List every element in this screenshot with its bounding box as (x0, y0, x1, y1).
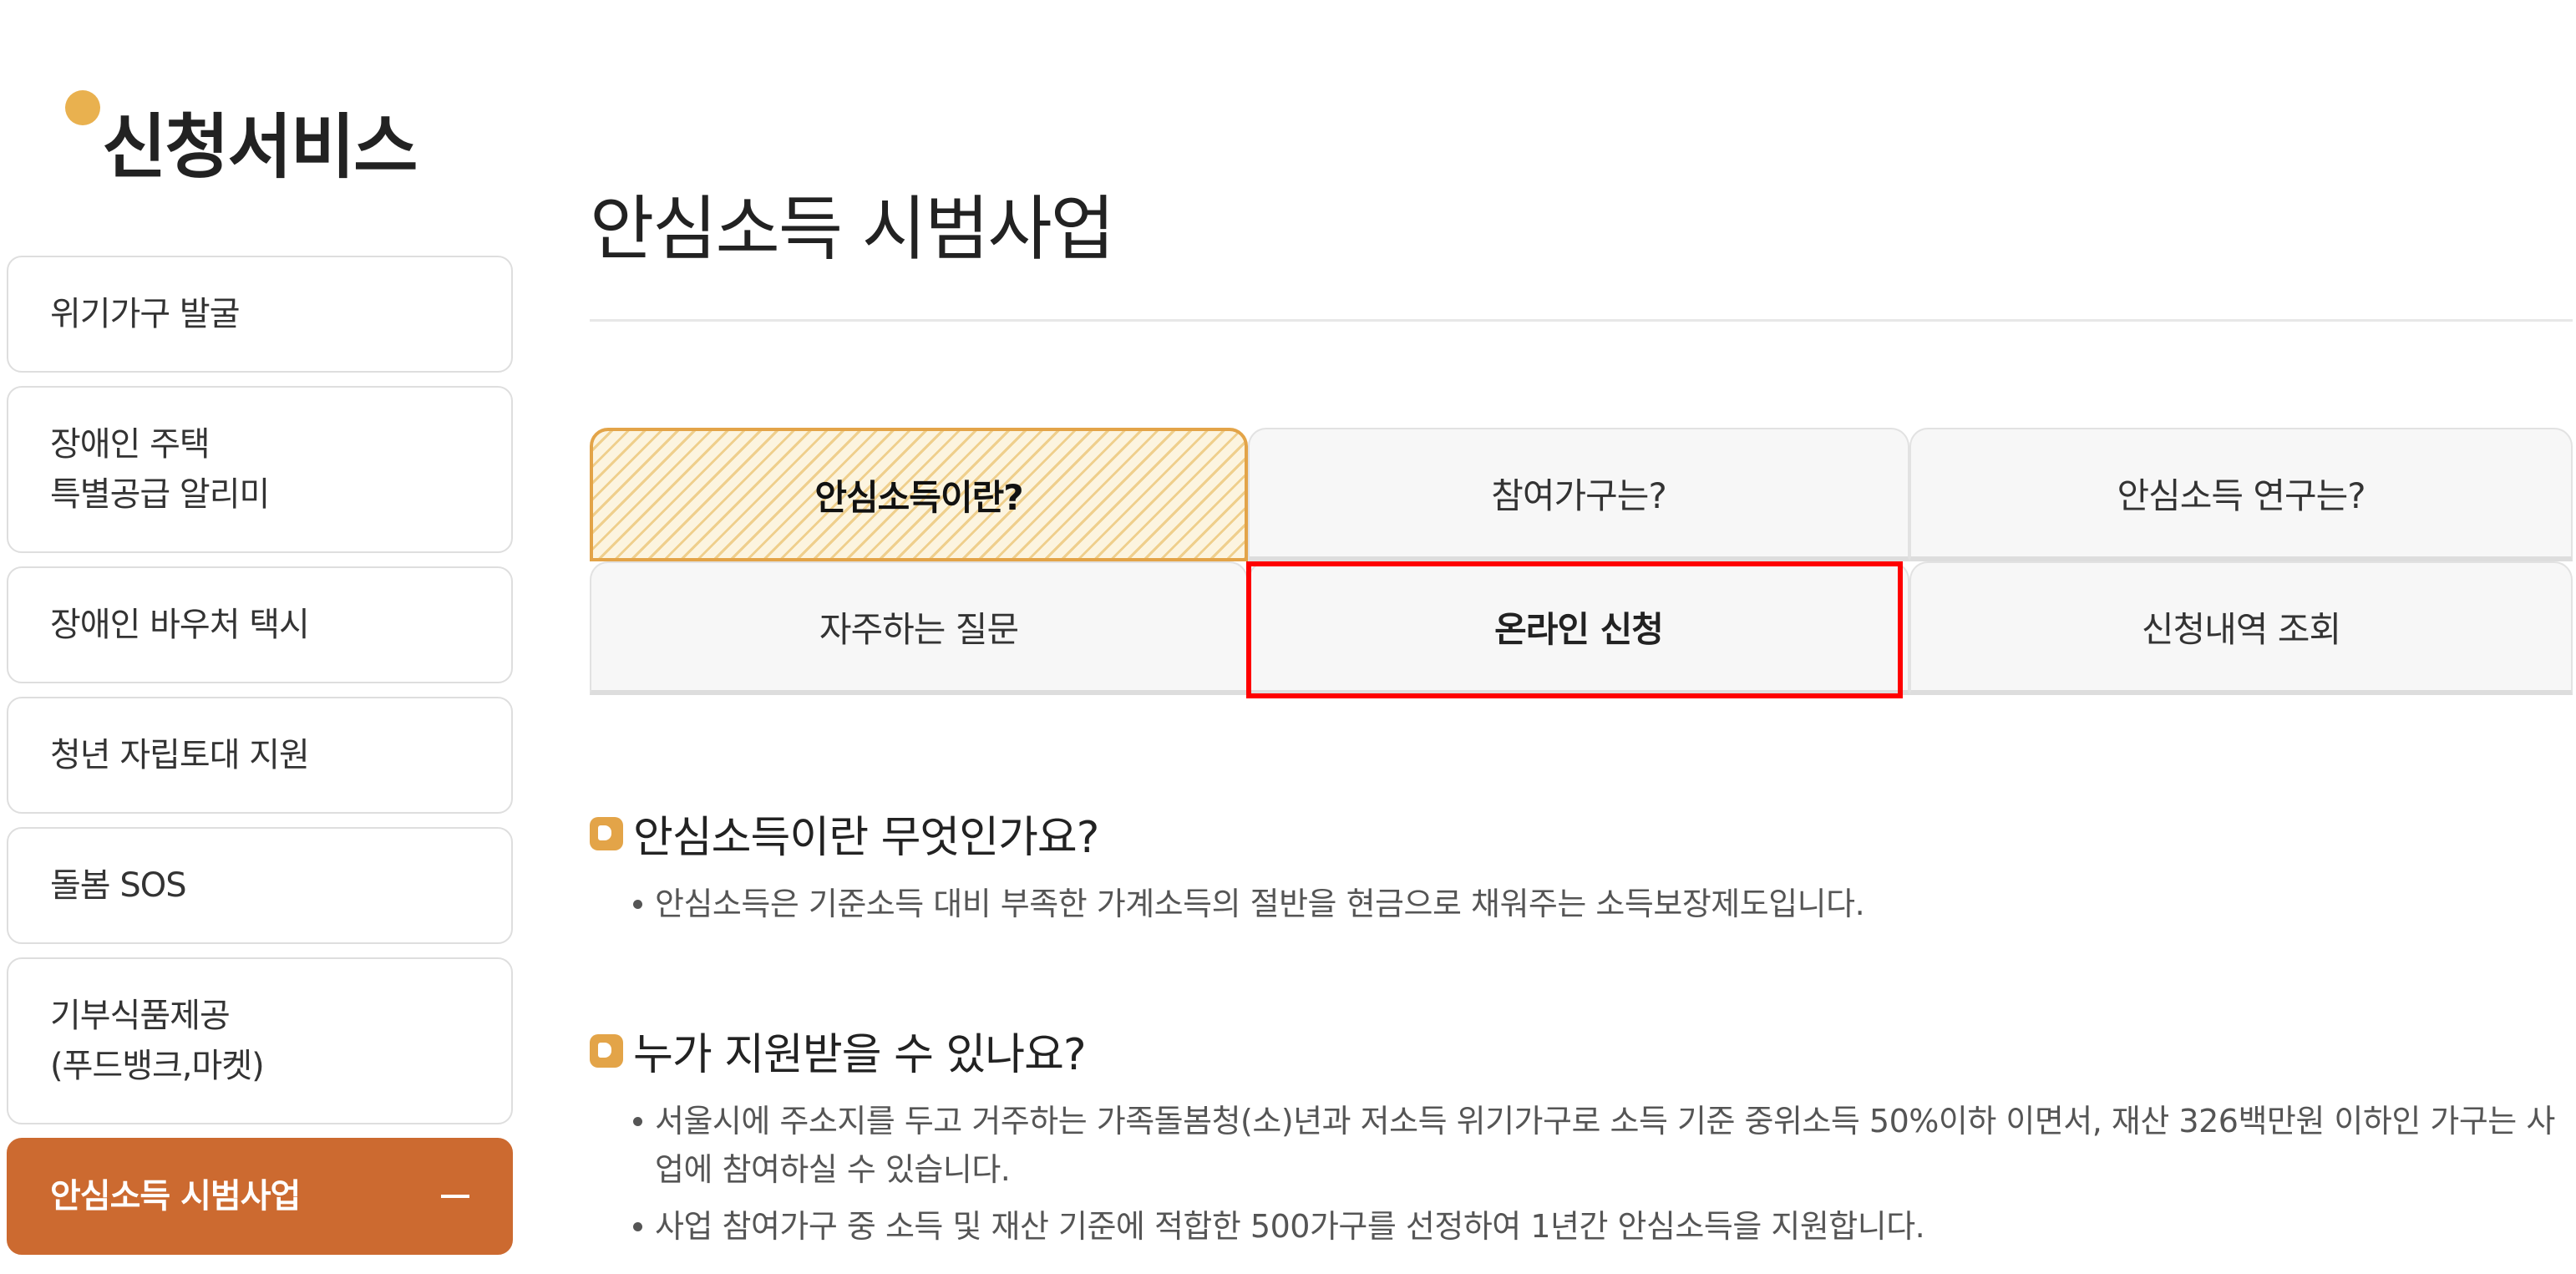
sidebar-item-label: 안심소득 시범사업 (50, 1177, 301, 1216)
tab-label: 신청내역 조회 (2141, 608, 2341, 650)
page-title: 안심소득 시범사업 (590, 188, 1115, 270)
list-item: 안심소득은 기준소득 대비 부족한 가계소득의 절반을 현금으로 채워주는 소득… (590, 880, 2561, 928)
sidebar-item-label: 기부식품제공 (푸드뱅크,마켓) (50, 997, 265, 1085)
tab-label: 자주하는 질문 (819, 608, 1019, 650)
list-item: 사업 참여가구 중 소득 및 재산 기준에 적합한 500가구를 선정하여 1년… (590, 1202, 2561, 1251)
section-eligibility: 누가 지원받을 수 있나요? 서울시에 주소지를 두고 거주하는 가족돌봄청(소… (590, 1019, 2561, 1251)
tab-application-history[interactable]: 신청내역 조회 (1909, 561, 2573, 695)
sidebar-item-safe-income[interactable]: 안심소득 시범사업 (7, 1138, 513, 1255)
dot-icon (65, 90, 100, 125)
minus-icon[interactable] (441, 1195, 469, 1198)
heading-bullet-icon (590, 816, 623, 850)
highlight-box (1246, 561, 1903, 698)
section-heading-text: 누가 지원받을 수 있나요? (633, 1030, 1087, 1080)
sidebar-item-youth-support[interactable]: 청년 자립토대 지원 (7, 697, 513, 814)
sidebar-item-label: 돌봄 SOS (50, 866, 187, 905)
tab-participants[interactable]: 참여가구는? (1248, 428, 1909, 561)
sidebar-menu: 위기가구 발굴 장애인 주택 특별공급 알리미 장애인 바우처 택시 청년 자립… (7, 256, 513, 1268)
section-heading: 누가 지원받을 수 있나요? (590, 1019, 2561, 1082)
section-what-is: 안심소득이란 무엇인가요? 안심소득은 기준소득 대비 부족한 가계소득의 절반… (590, 802, 2561, 928)
tab-label: 안심소득 연구는? (2117, 475, 2366, 516)
tab-label: 참여가구는? (1491, 475, 1666, 516)
sidebar-item-crisis-household[interactable]: 위기가구 발굴 (7, 256, 513, 373)
sidebar-item-label: 장애인 주택 특별공급 알리미 (50, 425, 270, 514)
sidebar-title: 신청서비스 (102, 106, 418, 188)
title-divider (590, 319, 2573, 322)
sidebar-item-label: 청년 자립토대 지원 (50, 736, 310, 774)
heading-bullet-icon (590, 1033, 623, 1068)
sidebar-item-care-sos[interactable]: 돌봄 SOS (7, 827, 513, 944)
sidebar-item-disabled-housing[interactable]: 장애인 주택 특별공급 알리미 (7, 386, 513, 553)
section-heading-text: 안심소득이란 무엇인가요? (633, 813, 1099, 863)
sidebar-item-label: 위기가구 발굴 (50, 295, 241, 333)
sidebar-item-voucher-taxi[interactable]: 장애인 바우처 택시 (7, 566, 513, 683)
section-heading: 안심소득이란 무엇인가요? (590, 802, 2561, 865)
list-item: 서울시에 주소지를 두고 거주하는 가족돌봄청(소)년과 저소득 위기가구로 소… (590, 1097, 2561, 1194)
tab-label: 안심소득이란? (814, 476, 1023, 518)
sidebar-item-label: 장애인 바우처 택시 (50, 606, 310, 644)
tab-about[interactable]: 안심소득이란? (590, 428, 1248, 561)
sidebar-item-food-bank[interactable]: 기부식품제공 (푸드뱅크,마켓) (7, 957, 513, 1124)
tab-research[interactable]: 안심소득 연구는? (1909, 428, 2573, 561)
tab-faq[interactable]: 자주하는 질문 (590, 561, 1248, 695)
